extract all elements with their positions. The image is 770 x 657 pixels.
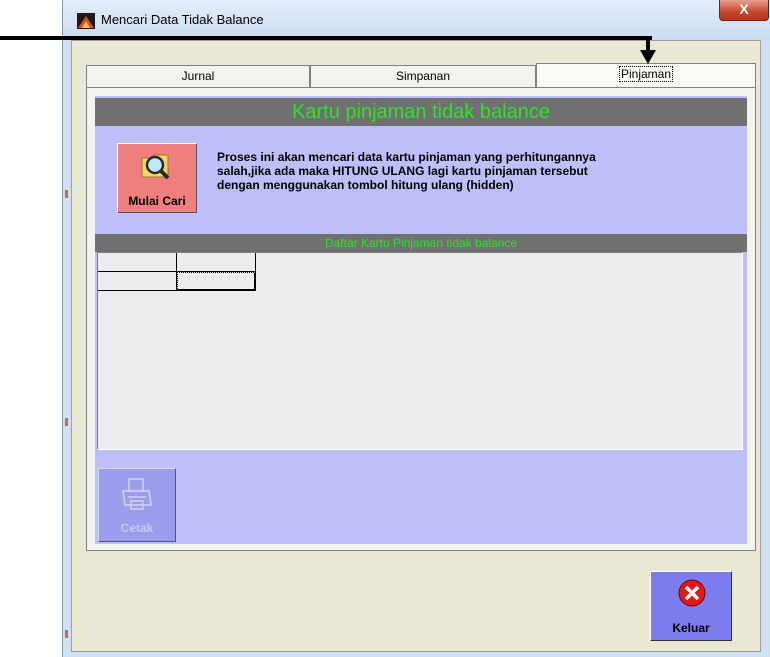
tab-label: Pinjaman xyxy=(618,66,674,82)
client-area: Jurnal Simpanan Pinjaman Kartu pinjaman … xyxy=(71,40,761,652)
start-search-button[interactable]: Mulai Cari xyxy=(117,143,197,213)
window-title: Mencari Data Tidak Balance xyxy=(101,12,264,27)
resize-mark xyxy=(65,190,68,198)
unbalanced-loan-grid[interactable] xyxy=(97,252,743,450)
description-line: dengan menggunakan tombol hitung ulang (… xyxy=(217,178,514,192)
window-border xyxy=(63,40,71,657)
pinjaman-panel: Kartu pinjaman tidak balance Mulai Cari … xyxy=(95,96,747,544)
arrow-stem xyxy=(646,36,650,50)
arrow-head-icon xyxy=(640,50,656,64)
tab-panel: Kartu pinjaman tidak balance Mulai Cari … xyxy=(86,87,756,551)
title-bar: Mencari Data Tidak Balance X xyxy=(63,0,770,40)
exit-label: Keluar xyxy=(672,621,710,635)
app-logo-icon xyxy=(77,13,95,29)
app-window: Mencari Data Tidak Balance X Jurnal Simp… xyxy=(62,0,770,657)
printer-icon xyxy=(122,478,152,510)
tab-jurnal[interactable]: Jurnal xyxy=(86,65,310,87)
resize-mark xyxy=(65,418,68,426)
resize-mark xyxy=(65,630,68,638)
description-line: Proses ini akan mencari data kartu pinja… xyxy=(217,150,596,164)
close-icon: X xyxy=(739,1,749,17)
tab-simpanan[interactable]: Simpanan xyxy=(310,65,536,87)
start-search-label: Mulai Cari xyxy=(128,194,186,208)
description-line: salah,jika ada maka HITUNG ULANG lagi ka… xyxy=(217,164,588,178)
tab-strip: Jurnal Simpanan Pinjaman xyxy=(86,63,756,88)
exit-button[interactable]: Keluar xyxy=(650,571,732,641)
grid-cell[interactable] xyxy=(98,272,177,291)
panel-title: Kartu pinjaman tidak balance xyxy=(95,98,747,126)
grid-cell-selected[interactable] xyxy=(177,272,256,291)
tab-label: Simpanan xyxy=(395,69,451,83)
close-button[interactable]: X xyxy=(719,0,769,21)
tab-label: Jurnal xyxy=(181,69,215,83)
print-button[interactable]: Cetak xyxy=(98,468,176,542)
process-description: Proses ini akan mencari data kartu pinja… xyxy=(217,150,737,192)
arrow-line xyxy=(0,36,652,40)
grid-header-cell xyxy=(177,253,256,272)
close-circle-icon xyxy=(678,579,706,607)
grid-header-cell xyxy=(98,253,177,272)
magnifier-folder-icon xyxy=(141,154,170,180)
grid-title: Daftar Kartu Pinjaman tidak balance xyxy=(95,234,747,252)
tab-pinjaman[interactable]: Pinjaman xyxy=(536,63,756,88)
print-label: Cetak xyxy=(120,521,154,535)
